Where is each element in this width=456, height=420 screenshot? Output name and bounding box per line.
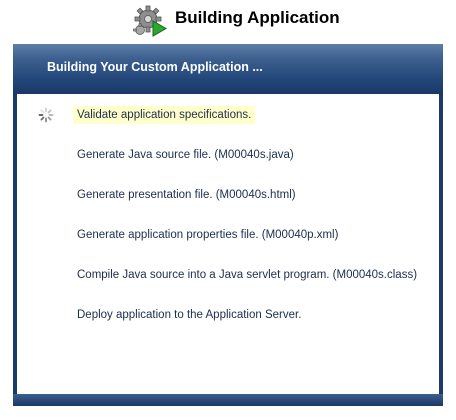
panel-footer — [13, 394, 443, 406]
step-deploy: Deploy application to the Application Se… — [77, 309, 302, 321]
step-validate: Validate application specifications. — [73, 106, 256, 124]
gears-play-icon — [133, 5, 168, 37]
step-compile: Compile Java source into a Java servlet … — [77, 269, 418, 281]
steps-list: Validate application specifications. Gen… — [17, 94, 439, 394]
build-progress-panel: Building Your Custom Application ... Val… — [13, 44, 443, 406]
panel-header: Building Your Custom Application ... — [13, 44, 443, 94]
step-generate-properties: Generate application properties file. (M… — [77, 229, 339, 241]
title-bar: Building Application — [0, 0, 456, 40]
app-title: Building Application — [175, 8, 340, 27]
step-generate-presentation: Generate presentation file. (M00040s.htm… — [77, 189, 296, 201]
spinner-icon — [38, 107, 54, 123]
panel-header-title: Building Your Custom Application ... — [47, 60, 263, 74]
step-generate-java: Generate Java source file. (M00040s.java… — [77, 149, 294, 161]
